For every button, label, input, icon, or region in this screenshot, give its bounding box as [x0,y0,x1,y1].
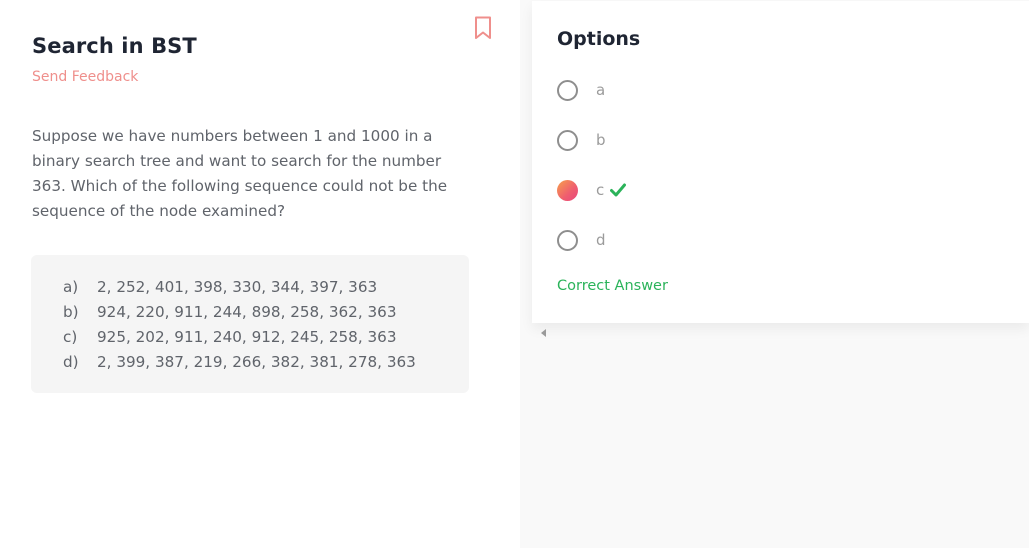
sequence-item-c: c) 925, 202, 911, 240, 912, 245, 258, 363 [63,325,416,350]
sequence-item-b: b) 924, 220, 911, 244, 898, 258, 362, 363 [63,300,416,325]
option-c[interactable]: c [557,177,627,203]
checkmark-icon [610,183,627,197]
option-b[interactable]: b [557,127,606,153]
option-label: d [596,231,606,249]
options-card: Options a b c d Correct Answer [532,1,1029,323]
sequence-letter: d) [63,353,79,371]
sequence-item-d: d) 2, 399, 387, 219, 266, 382, 381, 278, … [63,350,416,375]
option-label: c [596,181,605,199]
radio-button[interactable] [557,229,578,251]
sequence-letter: b) [63,303,79,321]
option-label: a [596,81,606,99]
sequence-list: a) 2, 252, 401, 398, 330, 344, 397, 363 b… [63,275,416,375]
sequence-item-a: a) 2, 252, 401, 398, 330, 344, 397, 363 [63,275,416,300]
sequence-values: 2, 252, 401, 398, 330, 344, 397, 363 [97,278,378,296]
sequence-letter: c) [63,328,78,346]
sequence-letter: a) [63,278,79,296]
sequence-box: a) 2, 252, 401, 398, 330, 344, 397, 363 b… [31,255,469,393]
sequence-values: 924, 220, 911, 244, 898, 258, 362, 363 [97,303,397,321]
option-d[interactable]: d [557,227,606,253]
sequence-values: 2, 399, 387, 219, 266, 382, 381, 278, 36… [97,353,416,371]
question-title: Search in BST [32,34,197,58]
sequence-values: 925, 202, 911, 240, 912, 245, 258, 363 [97,328,397,346]
radio-button-selected[interactable] [557,179,578,201]
question-panel: Search in BST Send Feedback Suppose we h… [0,0,520,548]
send-feedback-link[interactable]: Send Feedback [32,69,138,85]
radio-button[interactable] [557,129,578,151]
correct-answer-label: Correct Answer [557,278,668,294]
options-title: Options [557,28,641,50]
option-label: b [596,131,606,149]
scroll-left-arrow-icon[interactable] [539,328,549,338]
bookmark-icon[interactable] [474,16,492,40]
option-a[interactable]: a [557,77,605,103]
radio-button[interactable] [557,79,578,101]
question-text: Suppose we have numbers between 1 and 10… [32,127,448,220]
